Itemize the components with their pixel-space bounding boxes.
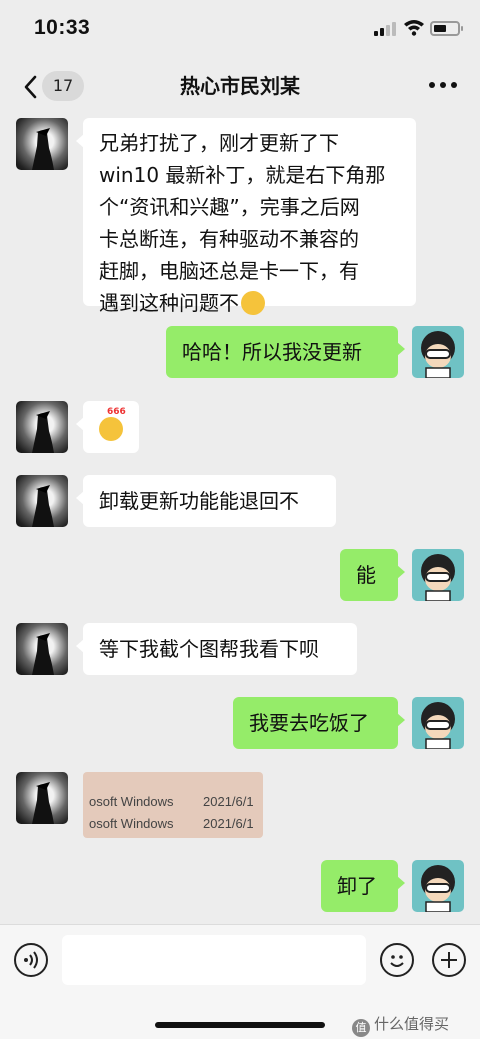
666-emoji-icon [99,417,123,441]
message-text-line: 遇到这种问题不 [99,287,400,319]
voice-icon [24,951,38,969]
unread-count-badge: 17 [42,71,84,101]
message-text: 遇到这种问题不 [99,291,239,315]
message-bubble-outgoing[interactable]: 能 [340,549,405,601]
message-bubble-incoming[interactable]: 666 [76,401,139,453]
chat-title: 热心市民刘某 [180,74,300,98]
status-time: 10:33 [34,16,91,39]
chat-header: 17 热心市民刘某 [0,58,480,112]
more-options-button[interactable] [428,74,458,96]
message-bubble-outgoing[interactable]: 我要去吃饭了 [233,697,405,749]
message-text-line: 兄弟打扰了，刚才更新了下 [99,131,339,155]
message-bubble-outgoing[interactable]: 哈哈！所以我没更新 [166,326,405,378]
emoji-label: 666 [107,407,126,417]
image-text: 2021/6/1 [203,816,254,831]
message-bubble-incoming[interactable]: 等下我截个图帮我看下呗 [76,623,357,675]
message-text-line: win10 最新补丁，就是右下角那 [99,163,386,187]
watermark-text: 什么值得买 [374,1015,450,1033]
message-bubble-incoming[interactable]: 卸载更新功能能退回不 [76,475,336,527]
message-text: 能 [356,563,376,587]
message-text: 哈哈！所以我没更新 [182,340,362,364]
message-input[interactable] [62,935,366,985]
facepalm-emoji-icon [241,291,265,315]
message-text: 卸了 [337,874,377,898]
my-avatar[interactable] [412,549,464,601]
smiley-icon [390,955,404,967]
more-functions-button[interactable] [432,943,466,977]
voice-input-button[interactable] [14,943,48,977]
message-text: 卸载更新功能能退回不 [99,489,299,513]
my-avatar[interactable] [412,860,464,912]
cellular-signal-icon [374,22,398,36]
image-text: 2021/6/1 [203,794,254,809]
contact-avatar[interactable] [16,623,68,675]
image-message[interactable]: osoft Windows 2021/6/1 osoft Windows 202… [83,772,263,838]
message-text: 等下我截个图帮我看下呗 [99,637,319,661]
image-text: osoft Windows [89,794,174,809]
my-avatar[interactable] [412,326,464,378]
emoji-button[interactable] [380,943,414,977]
message-bubble-incoming[interactable]: 兄弟打扰了，刚才更新了下 win10 最新补丁，就是右下角那 个“资讯和兴趣”，… [76,118,416,315]
my-avatar[interactable] [412,697,464,749]
message-bubble-outgoing[interactable]: 卸了 [321,860,405,912]
message-text-line: 卡总断连，有种驱动不兼容的 [99,227,359,251]
message-text-line: 个“资讯和兴趣”，完事之后网 [99,195,360,219]
contact-avatar[interactable] [16,401,68,453]
watermark: 值什么值得买 [352,1013,449,1037]
image-text: osoft Windows [89,816,174,831]
contact-avatar[interactable] [16,118,68,170]
input-bar: 值什么值得买 [0,924,480,1039]
message-text-line: 赶脚，电脑还总是卡一下，有 [99,259,359,283]
back-button[interactable]: 17 [16,70,84,102]
plus-icon [441,952,457,968]
watermark-logo: 值 [352,1019,370,1037]
contact-avatar[interactable] [16,772,68,824]
message-text: 我要去吃饭了 [249,711,369,735]
status-bar: 10:33 [0,0,480,58]
wifi-icon [404,20,424,36]
contact-avatar[interactable] [16,475,68,527]
battery-icon [430,21,463,36]
chevron-left-icon [24,75,37,99]
home-indicator[interactable] [155,1022,325,1028]
